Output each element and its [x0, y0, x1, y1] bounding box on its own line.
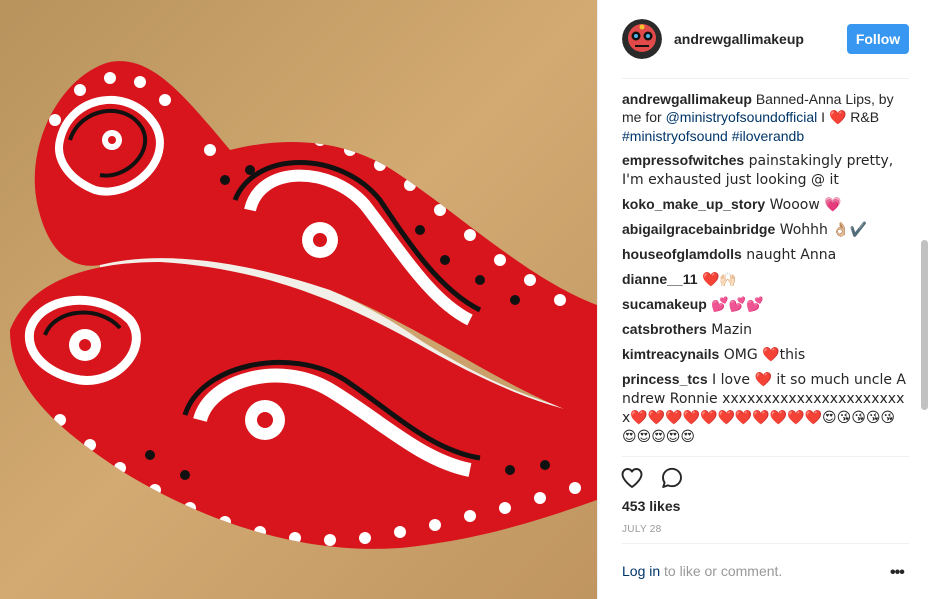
comment-text: Mazin: [706, 322, 753, 338]
heart-outline-icon[interactable]: [620, 466, 644, 490]
post-date: JULY 28: [622, 524, 662, 535]
comment-username[interactable]: empressofwitches: [622, 152, 744, 168]
login-link[interactable]: Log in: [622, 563, 660, 579]
sugar-skull-avatar-icon: [622, 19, 662, 59]
login-prompt-text: to like or comment.: [660, 563, 783, 579]
caption: andrewgallimakeup Banned-Anna Lips, by m…: [622, 90, 909, 145]
comment: houseofglamdolls naught Anna: [622, 245, 909, 264]
comment: kimtreacynails OMG ❤️this: [622, 345, 909, 364]
comment-username[interactable]: princess_tcs: [622, 371, 708, 387]
comment-username[interactable]: sucamakeup: [622, 296, 707, 312]
comments-list[interactable]: andrewgallimakeup Banned-Anna Lips, by m…: [622, 90, 909, 452]
mention-link[interactable]: @ministryofsoundofficial: [666, 109, 818, 125]
caption-text-after: R&B: [846, 109, 880, 125]
post-photo[interactable]: [0, 0, 597, 599]
ellipsis-icon[interactable]: •••: [890, 564, 905, 582]
comment-text: naught Anna: [741, 247, 837, 263]
caption-username[interactable]: andrewgallimakeup: [622, 91, 752, 107]
comment-username[interactable]: catsbrothers: [622, 321, 707, 337]
lips-paisley-artwork: [0, 0, 597, 599]
heart-emoji: ❤️: [828, 110, 847, 126]
comment-username[interactable]: dianne__11: [622, 271, 698, 287]
comment: catsbrothers Mazin: [622, 320, 909, 339]
hashtag-iloverandb[interactable]: #iloverandb: [732, 128, 804, 144]
comment-text: 💕💕💕: [706, 297, 764, 313]
scrollbar-thumb[interactable]: [921, 240, 928, 410]
comment: sucamakeup 💕💕💕: [622, 295, 909, 314]
comment: empressofwitches painstakingly pretty, I…: [622, 151, 909, 189]
comment: princess_tcs I love ❤️ it so much uncle …: [622, 370, 909, 446]
comment-username[interactable]: houseofglamdolls: [622, 246, 742, 262]
comment-text: Wohhh 👌🏼✔️: [775, 222, 868, 238]
comment-text: OMG ❤️this: [719, 347, 806, 363]
speech-bubble-icon[interactable]: [660, 466, 684, 490]
comment-text: ❤️🙌🏻: [697, 272, 737, 288]
hashtag-ministryofsound[interactable]: #ministryofsound: [622, 128, 728, 144]
post-sidebar: andrewgallimakeup Follow andrewgallimake…: [597, 0, 931, 599]
footer-divider: [622, 543, 909, 544]
instagram-post: andrewgallimakeup Follow andrewgallimake…: [0, 0, 931, 599]
comment-text: Wooow 💗: [765, 197, 842, 213]
login-prompt: Log in to like or comment.: [622, 563, 782, 579]
comments-scrollbar[interactable]: [921, 90, 928, 452]
comment: abigailgracebainbridge Wohhh 👌🏼✔️: [622, 220, 909, 239]
action-bar: [620, 466, 684, 490]
caption-text-mid: I: [817, 109, 829, 125]
comments-divider: [622, 456, 909, 457]
likes-count[interactable]: 453 likes: [622, 498, 680, 514]
comment-username[interactable]: kimtreacynails: [622, 346, 719, 362]
comment: dianne__11 ❤️🙌🏻: [622, 270, 909, 289]
comment-username[interactable]: abigailgracebainbridge: [622, 221, 775, 237]
header-divider: [622, 78, 909, 79]
avatar[interactable]: [622, 19, 662, 59]
comment-username[interactable]: koko_make_up_story: [622, 196, 765, 212]
header-username[interactable]: andrewgallimakeup: [674, 31, 804, 47]
follow-button[interactable]: Follow: [847, 24, 909, 54]
comment: koko_make_up_story Wooow 💗: [622, 195, 909, 214]
